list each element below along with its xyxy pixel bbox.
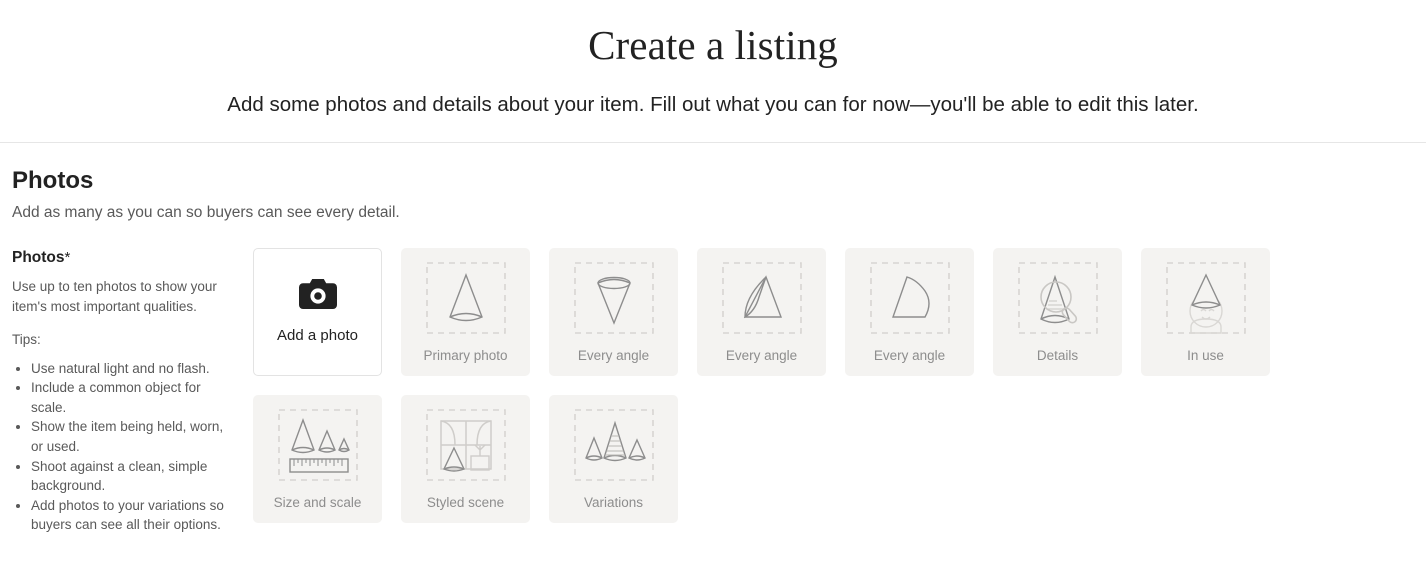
list-item: Include a common object for scale.: [31, 378, 235, 417]
photo-tile-label: Every angle: [874, 348, 945, 364]
photo-tiles-column: Add a photo Primary photo: [253, 248, 1414, 523]
add-a-photo-button[interactable]: Add a photo: [253, 248, 382, 376]
page-header: Create a listing Add some photos and det…: [0, 0, 1426, 143]
three-cones-icon: [571, 408, 657, 490]
tips-list: Use natural light and no flash. Include …: [12, 359, 235, 535]
section-title: Photos: [12, 165, 1414, 196]
cone-upright-icon: [423, 261, 509, 343]
photo-tile-styled-scene[interactable]: Styled scene: [401, 395, 530, 523]
page-title: Create a listing: [0, 18, 1426, 73]
list-item: Shoot against a clean, simple background…: [31, 457, 235, 496]
photos-section: Photos Add as many as you can so buyers …: [0, 143, 1426, 535]
tips-label: Tips:: [12, 330, 235, 350]
photo-tile-primary-photo[interactable]: Primary photo: [401, 248, 530, 376]
list-item: Add photos to your variations so buyers …: [31, 496, 235, 535]
photos-field-label-text: Photos: [12, 249, 65, 266]
photo-tile-every-angle-3[interactable]: Every angle: [845, 248, 974, 376]
photo-tile-label: In use: [1187, 348, 1224, 364]
photo-tile-in-use[interactable]: In use: [1141, 248, 1270, 376]
cones-with-ruler-icon: [275, 408, 361, 490]
photo-tile-details[interactable]: Details: [993, 248, 1122, 376]
photo-tile-label: Primary photo: [423, 348, 507, 364]
photo-tile-variations[interactable]: Variations: [549, 395, 678, 523]
photo-tiles-grid: Add a photo Primary photo: [253, 248, 1414, 523]
photos-field-column: Photos* Use up to ten photos to show you…: [12, 248, 253, 535]
photo-tile-every-angle-2[interactable]: Every angle: [697, 248, 826, 376]
photos-body: Photos* Use up to ten photos to show you…: [12, 248, 1414, 535]
photo-tile-size-and-scale[interactable]: Size and scale: [253, 395, 382, 523]
cone-magnifier-icon: [1015, 261, 1101, 343]
photo-tile-label: Every angle: [578, 348, 649, 364]
photos-field-label: Photos*: [12, 248, 235, 268]
cone-on-person-icon: [1163, 261, 1249, 343]
photos-field-help: Use up to ten photos to show your item's…: [12, 277, 235, 316]
photo-tile-label: Every angle: [726, 348, 797, 364]
cone-tilted-right-icon: [867, 261, 953, 343]
required-marker: *: [65, 249, 71, 266]
list-item: Show the item being held, worn, or used.: [31, 417, 235, 456]
cone-tilted-left-icon: [719, 261, 805, 343]
cone-inverted-icon: [571, 261, 657, 343]
page-subtitle: Add some photos and details about your i…: [0, 91, 1426, 120]
photo-tile-label: Styled scene: [427, 495, 504, 511]
list-item: Use natural light and no flash.: [31, 359, 235, 379]
cone-window-scene-icon: [423, 408, 509, 490]
photo-tile-label: Details: [1037, 348, 1078, 364]
photo-tile-every-angle-1[interactable]: Every angle: [549, 248, 678, 376]
photo-tile-label: Variations: [584, 495, 643, 511]
photo-tile-label: Size and scale: [274, 495, 362, 511]
section-subtitle: Add as many as you can so buyers can see…: [12, 202, 1414, 224]
camera-icon: [299, 279, 337, 314]
add-a-photo-label: Add a photo: [277, 327, 358, 345]
